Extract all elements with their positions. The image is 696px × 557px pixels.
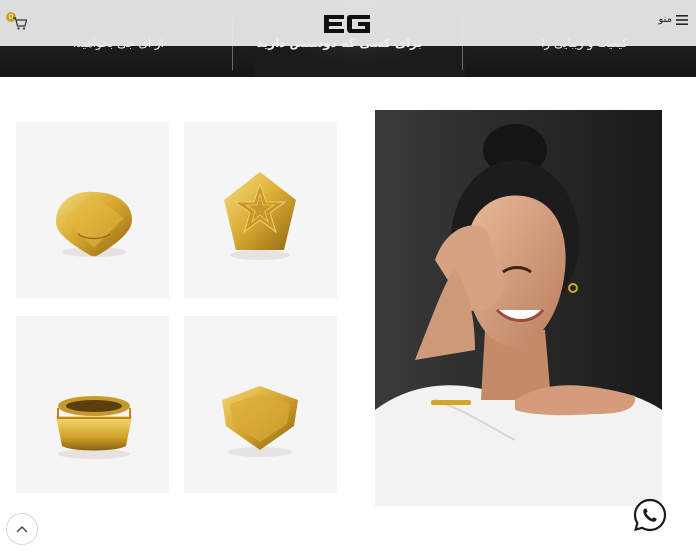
cart-button[interactable]: 0	[6, 12, 30, 34]
product-tile[interactable]	[16, 316, 169, 493]
logo-mark	[324, 15, 370, 33]
menu-button[interactable]: منو	[658, 14, 688, 25]
product-tile[interactable]	[184, 122, 337, 299]
product-tile[interactable]	[184, 316, 337, 493]
ring-image	[224, 172, 296, 260]
logo[interactable]	[322, 13, 374, 35]
whatsapp-icon	[633, 498, 667, 532]
cart-icon	[13, 17, 27, 30]
model-photo	[375, 110, 662, 506]
whatsapp-button[interactable]	[632, 497, 668, 533]
chevron-up-icon	[16, 526, 28, 533]
menu-label: منو	[658, 14, 672, 25]
model-photo-image	[375, 110, 662, 506]
hamburger-icon	[676, 14, 688, 25]
ring-image	[56, 396, 132, 459]
scroll-top-button[interactable]	[6, 513, 38, 545]
ring-image	[56, 191, 132, 257]
product-tile[interactable]	[16, 122, 169, 299]
ring-image	[222, 386, 298, 457]
site-header: منو 0	[0, 0, 696, 46]
